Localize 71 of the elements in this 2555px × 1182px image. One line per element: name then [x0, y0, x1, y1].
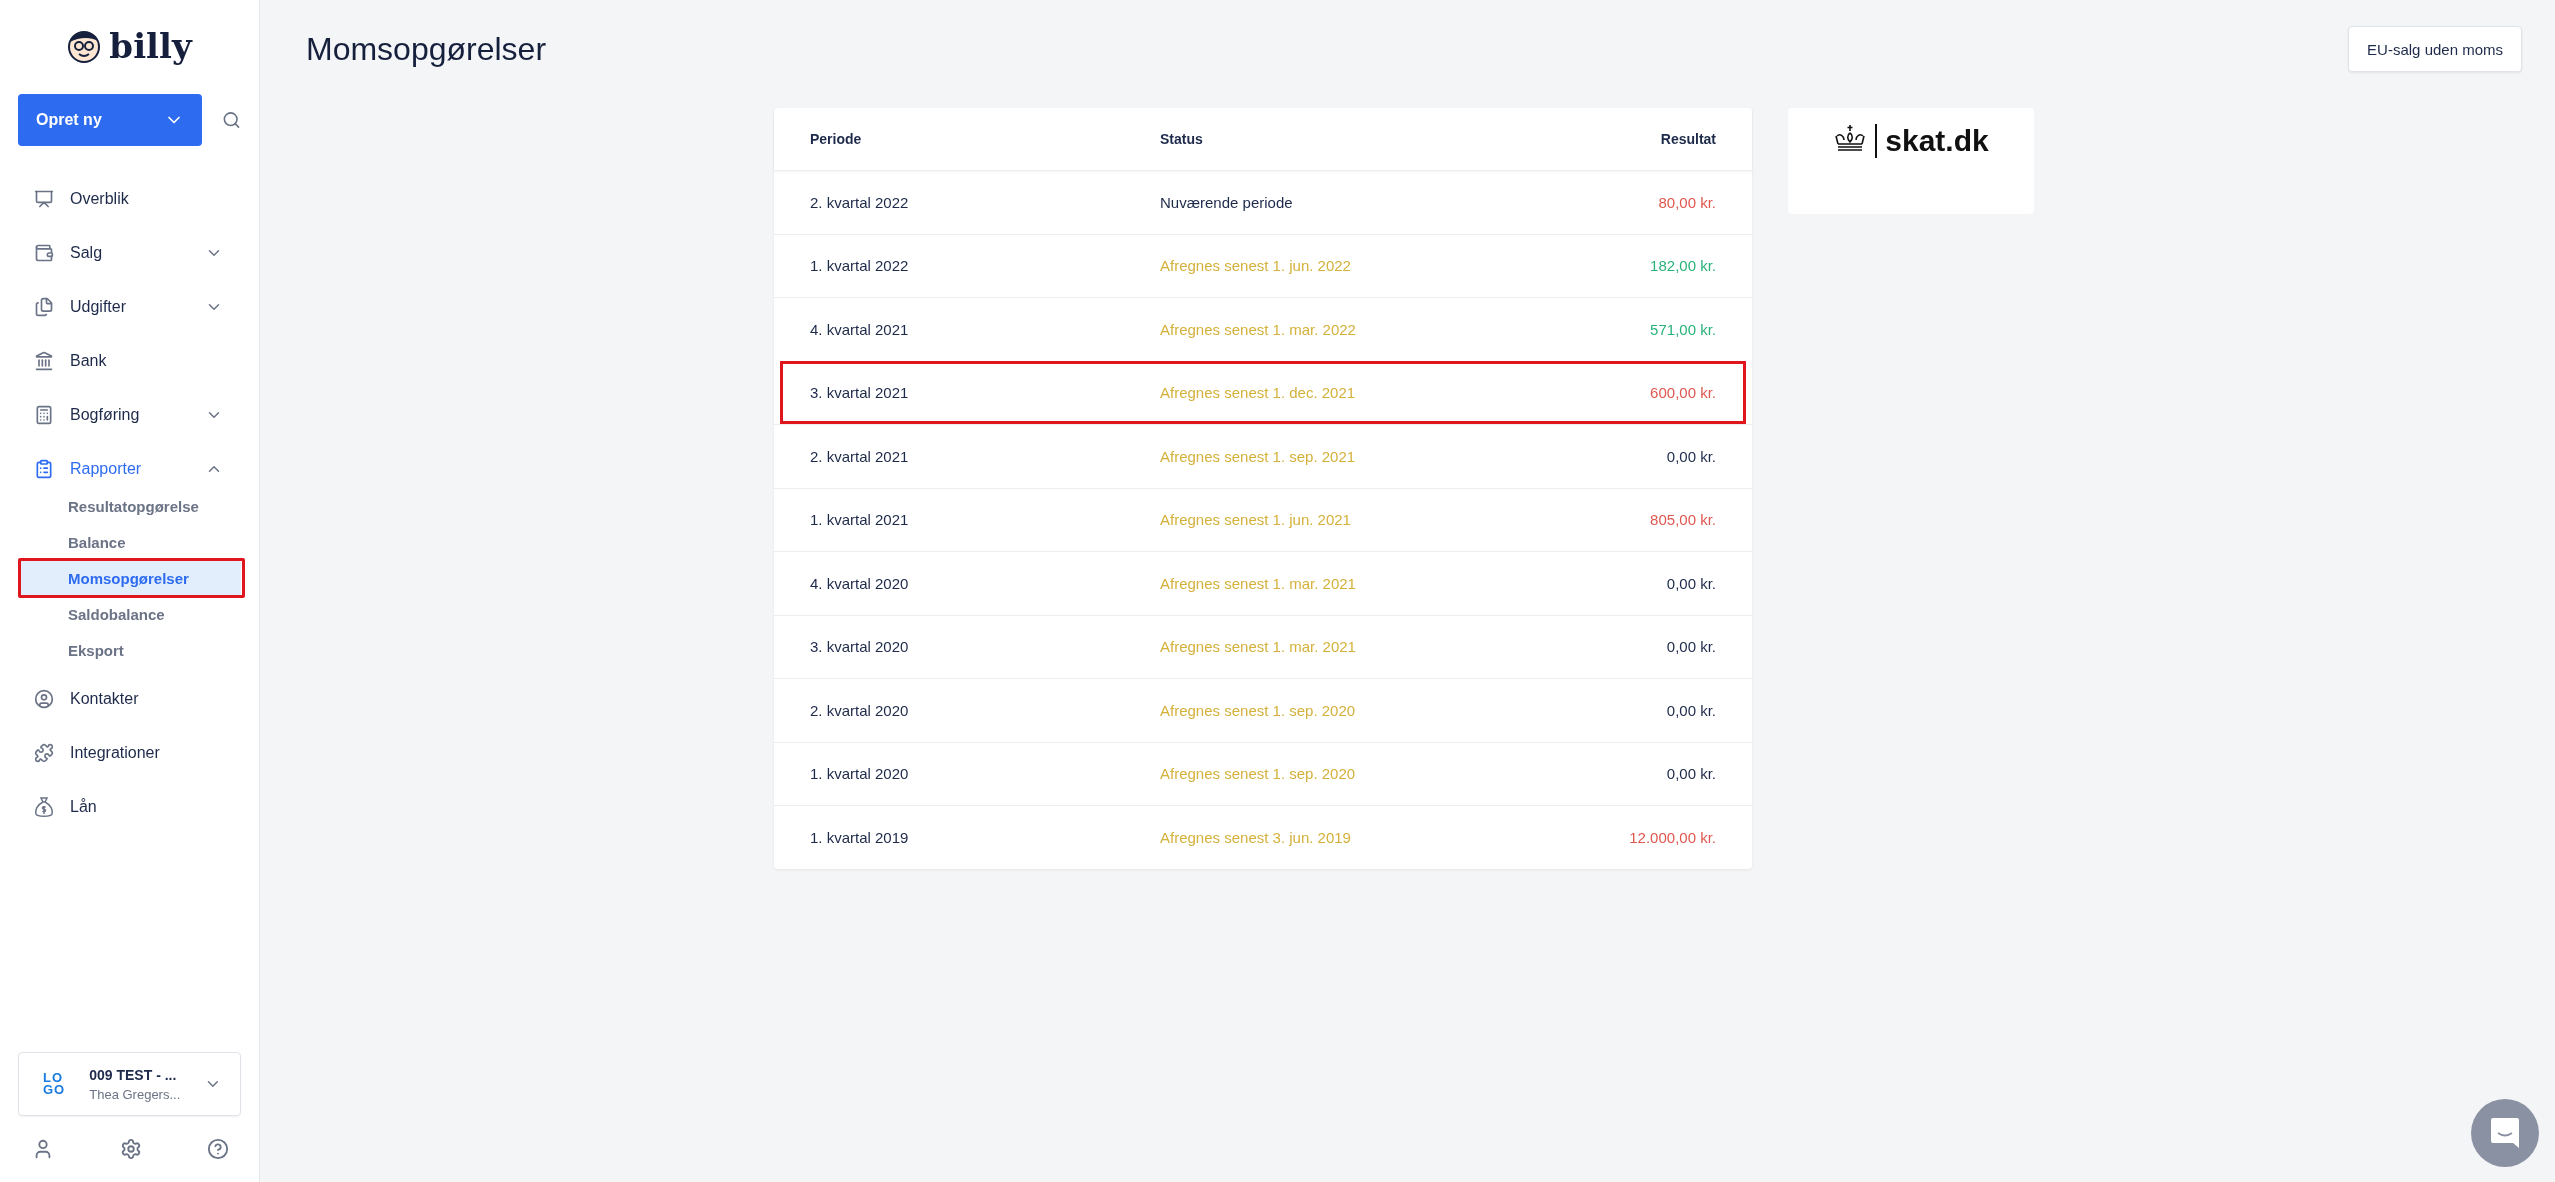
period-cell-text: 4. kvartal 2020 — [810, 574, 910, 592]
search-icon[interactable] — [222, 109, 241, 131]
result-cell-text: 80,00 kr. — [1657, 193, 1716, 211]
status-cell-text: Afregnes senest 1. mar. 2021 — [1160, 574, 1357, 592]
nav-subitem[interactable]: Balance — [18, 524, 241, 560]
organization-logo: LO GO — [43, 1072, 66, 1096]
page-title: Momsopgørelser — [306, 30, 547, 68]
crown-icon — [1833, 124, 1868, 154]
period-cell-text: 2. kvartal 2021 — [810, 447, 910, 465]
status-cell-text: Afregnes senest 1. mar. 2022 — [1160, 320, 1357, 338]
nav-item[interactable]: Bank — [0, 334, 259, 388]
period-cell-text: 1. kvartal 2019 — [810, 828, 910, 846]
period-cell-text: 1. kvartal 2021 — [810, 511, 910, 529]
nav-item[interactable]: Integrationer — [0, 726, 259, 780]
status-cell-text: Afregnes senest 1. sep. 2020 — [1160, 765, 1357, 783]
status-cell-text: Afregnes senest 1. mar. 2021 — [1160, 638, 1357, 656]
status-cell-text: Afregnes senest 1. sep. 2020 — [1160, 701, 1357, 719]
result-cell-text: 571,00 kr. — [1649, 320, 1716, 338]
status-cell-text: Nuværende periode — [1160, 193, 1294, 211]
bank-icon — [34, 351, 54, 371]
result-cell-text: 805,00 kr. — [1649, 511, 1716, 529]
mascot-icon — [67, 28, 102, 64]
nav-item[interactable]: Bogføring — [0, 388, 259, 442]
nav-subitem[interactable]: Saldobalance — [18, 596, 241, 632]
create-new-button[interactable]: Opret ny — [18, 94, 203, 146]
puzzle-icon — [34, 743, 54, 763]
nav-item[interactable]: Udgifter — [0, 280, 259, 334]
result-cell-text: 600,00 kr. — [1649, 384, 1716, 402]
settings-icon[interactable] — [119, 1138, 142, 1160]
calculator-icon — [34, 405, 54, 425]
status-cell-text: Afregnes senest 1. jun. 2021 — [1160, 511, 1352, 529]
status-cell-text: Afregnes senest 1. jun. 2022 — [1160, 257, 1352, 275]
nav-item[interactable]: Kontakter — [0, 672, 259, 726]
period-cell-text: 4. kvartal 2021 — [810, 320, 910, 338]
result-cell-text: 0,00 kr. — [1665, 638, 1716, 656]
brand-name: billy — [109, 26, 192, 66]
nav-item[interactable]: Lån — [0, 780, 259, 834]
result-cell-text: 0,00 kr. — [1665, 574, 1716, 592]
organization-switcher[interactable]: LO GO 009 TEST - ... Thea Gregers... — [18, 1052, 241, 1116]
eu-sales-button[interactable]: EU-salg uden moms — [2348, 26, 2522, 72]
partner-name: skat.dk — [1885, 124, 1989, 158]
result-cell-text: 0,00 kr. — [1665, 765, 1716, 783]
documents-icon — [34, 297, 54, 317]
user-name: Thea Gregers... — [89, 1086, 181, 1102]
nav-item[interactable]: Salg — [0, 226, 259, 280]
column-header: Resultat — [1659, 131, 1716, 147]
period-cell-text: 2. kvartal 2022 — [810, 193, 910, 211]
chat-icon — [2490, 1117, 2520, 1149]
column-header: Periode — [810, 131, 863, 147]
period-cell-text: 3. kvartal 2021 — [810, 384, 910, 402]
period-cell-text: 1. kvartal 2020 — [810, 765, 910, 783]
status-cell-text: Afregnes senest 1. dec. 2021 — [1160, 384, 1357, 402]
money-bag-icon — [34, 796, 54, 818]
presentation-icon — [34, 189, 54, 209]
help-icon[interactable] — [207, 1138, 229, 1160]
organization-name: 009 TEST - ... — [89, 1066, 178, 1083]
result-cell-text: 182,00 kr. — [1649, 257, 1716, 275]
user-circle-icon — [34, 689, 54, 709]
status-cell-text: Afregnes senest 1. sep. 2021 — [1160, 447, 1357, 465]
nav-subitem[interactable]: Eksport — [18, 632, 241, 668]
wallet-icon — [34, 243, 54, 263]
status-cell-text: Afregnes senest 3. jun. 2019 — [1160, 828, 1352, 846]
clipboard-icon — [34, 459, 54, 479]
period-cell-text: 3. kvartal 2020 — [810, 638, 910, 656]
nav-item[interactable]: Overblik — [0, 172, 259, 226]
period-cell-text: 2. kvartal 2020 — [810, 701, 910, 719]
result-cell-text: 12.000,00 kr. — [1628, 828, 1716, 846]
result-cell-text: 0,00 kr. — [1665, 701, 1716, 719]
column-header: Status — [1160, 131, 1204, 147]
result-cell-text: 0,00 kr. — [1665, 447, 1716, 465]
period-cell-text: 1. kvartal 2022 — [810, 257, 910, 275]
